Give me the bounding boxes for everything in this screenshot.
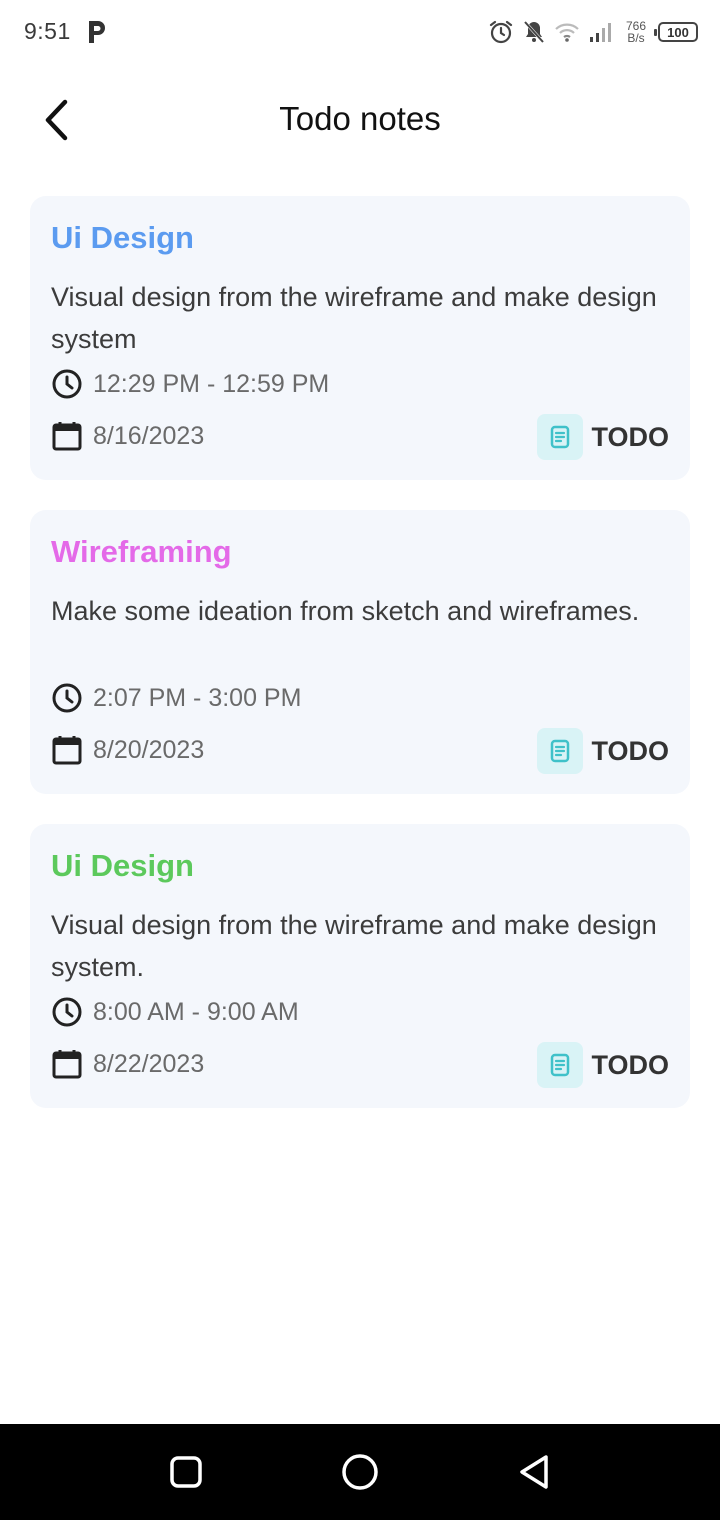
network-speed: 766 B/s bbox=[622, 20, 650, 44]
signal-icon bbox=[588, 21, 614, 43]
note-date-row: 8/20/2023 bbox=[51, 734, 204, 766]
note-date-row: 8/22/2023 bbox=[51, 1048, 204, 1080]
home-button[interactable] bbox=[340, 1452, 380, 1492]
chip-icon-box bbox=[537, 1042, 584, 1088]
parking-app-icon bbox=[86, 19, 108, 45]
note-time-row: 8:00 AM - 9:00 AM bbox=[51, 996, 299, 1028]
note-card[interactable]: Ui Design Visual design from the wirefra… bbox=[30, 824, 690, 1108]
status-icons: 766 B/s 100 bbox=[488, 14, 698, 50]
nav-back-button[interactable] bbox=[514, 1452, 554, 1492]
calendar-icon bbox=[52, 422, 82, 451]
note-time-range: 2:07 PM - 3:00 PM bbox=[93, 683, 302, 712]
note-title: Ui Design bbox=[51, 220, 194, 255]
note-title: Wireframing bbox=[51, 534, 232, 569]
app-header: Todo notes bbox=[0, 80, 720, 160]
calendar-icon bbox=[52, 1050, 82, 1079]
status-label: TODO bbox=[591, 1049, 669, 1080]
page-title: Todo notes bbox=[279, 100, 441, 137]
status-chip: TODO bbox=[537, 1042, 669, 1088]
note-date: 8/22/2023 bbox=[93, 1049, 205, 1078]
alarm-icon bbox=[488, 19, 514, 45]
calendar-icon bbox=[52, 736, 82, 765]
status-label: TODO bbox=[591, 421, 669, 452]
note-description: Visual design from the wireframe and mak… bbox=[51, 910, 657, 982]
note-date-row: 8/16/2023 bbox=[51, 420, 204, 452]
document-icon bbox=[551, 1053, 570, 1077]
wifi-icon bbox=[554, 21, 580, 43]
note-card[interactable]: Ui Design Visual design from the wirefra… bbox=[30, 196, 690, 480]
note-card[interactable]: Wireframing Make some ideation from sket… bbox=[30, 510, 690, 794]
status-time: 9:51 bbox=[24, 18, 71, 44]
battery-icon: 100 bbox=[654, 22, 698, 42]
status-label: TODO bbox=[591, 735, 669, 766]
chip-icon-box bbox=[537, 414, 584, 460]
bell-muted-icon bbox=[522, 19, 546, 45]
note-title: Ui Design bbox=[51, 848, 194, 883]
chip-icon-box bbox=[537, 728, 584, 774]
note-time-range: 8:00 AM - 9:00 AM bbox=[93, 997, 299, 1026]
note-time-range: 12:29 PM - 12:59 PM bbox=[93, 369, 330, 398]
triangle-back-icon bbox=[520, 1455, 548, 1489]
note-time-row: 12:29 PM - 12:59 PM bbox=[51, 368, 329, 400]
clock-icon bbox=[52, 369, 82, 399]
status-chip: TODO bbox=[537, 728, 669, 774]
square-icon bbox=[170, 1456, 202, 1488]
net-speed-unit: B/s bbox=[627, 31, 645, 45]
document-icon bbox=[551, 739, 570, 763]
note-description: Visual design from the wireframe and mak… bbox=[51, 282, 657, 354]
status-bar: 9:51 766 B/s 100 bbox=[0, 0, 720, 64]
clock-icon bbox=[52, 683, 82, 713]
note-date: 8/16/2023 bbox=[93, 421, 205, 450]
note-date: 8/20/2023 bbox=[93, 735, 205, 764]
system-nav-bar bbox=[0, 1424, 720, 1520]
status-chip: TODO bbox=[537, 414, 669, 460]
document-icon bbox=[551, 425, 570, 449]
clock-icon bbox=[52, 997, 82, 1027]
note-time-row: 2:07 PM - 3:00 PM bbox=[51, 682, 301, 714]
recents-button[interactable] bbox=[166, 1452, 206, 1492]
circle-icon bbox=[342, 1454, 378, 1490]
note-description: Make some ideation from sketch and wiref… bbox=[51, 596, 640, 626]
